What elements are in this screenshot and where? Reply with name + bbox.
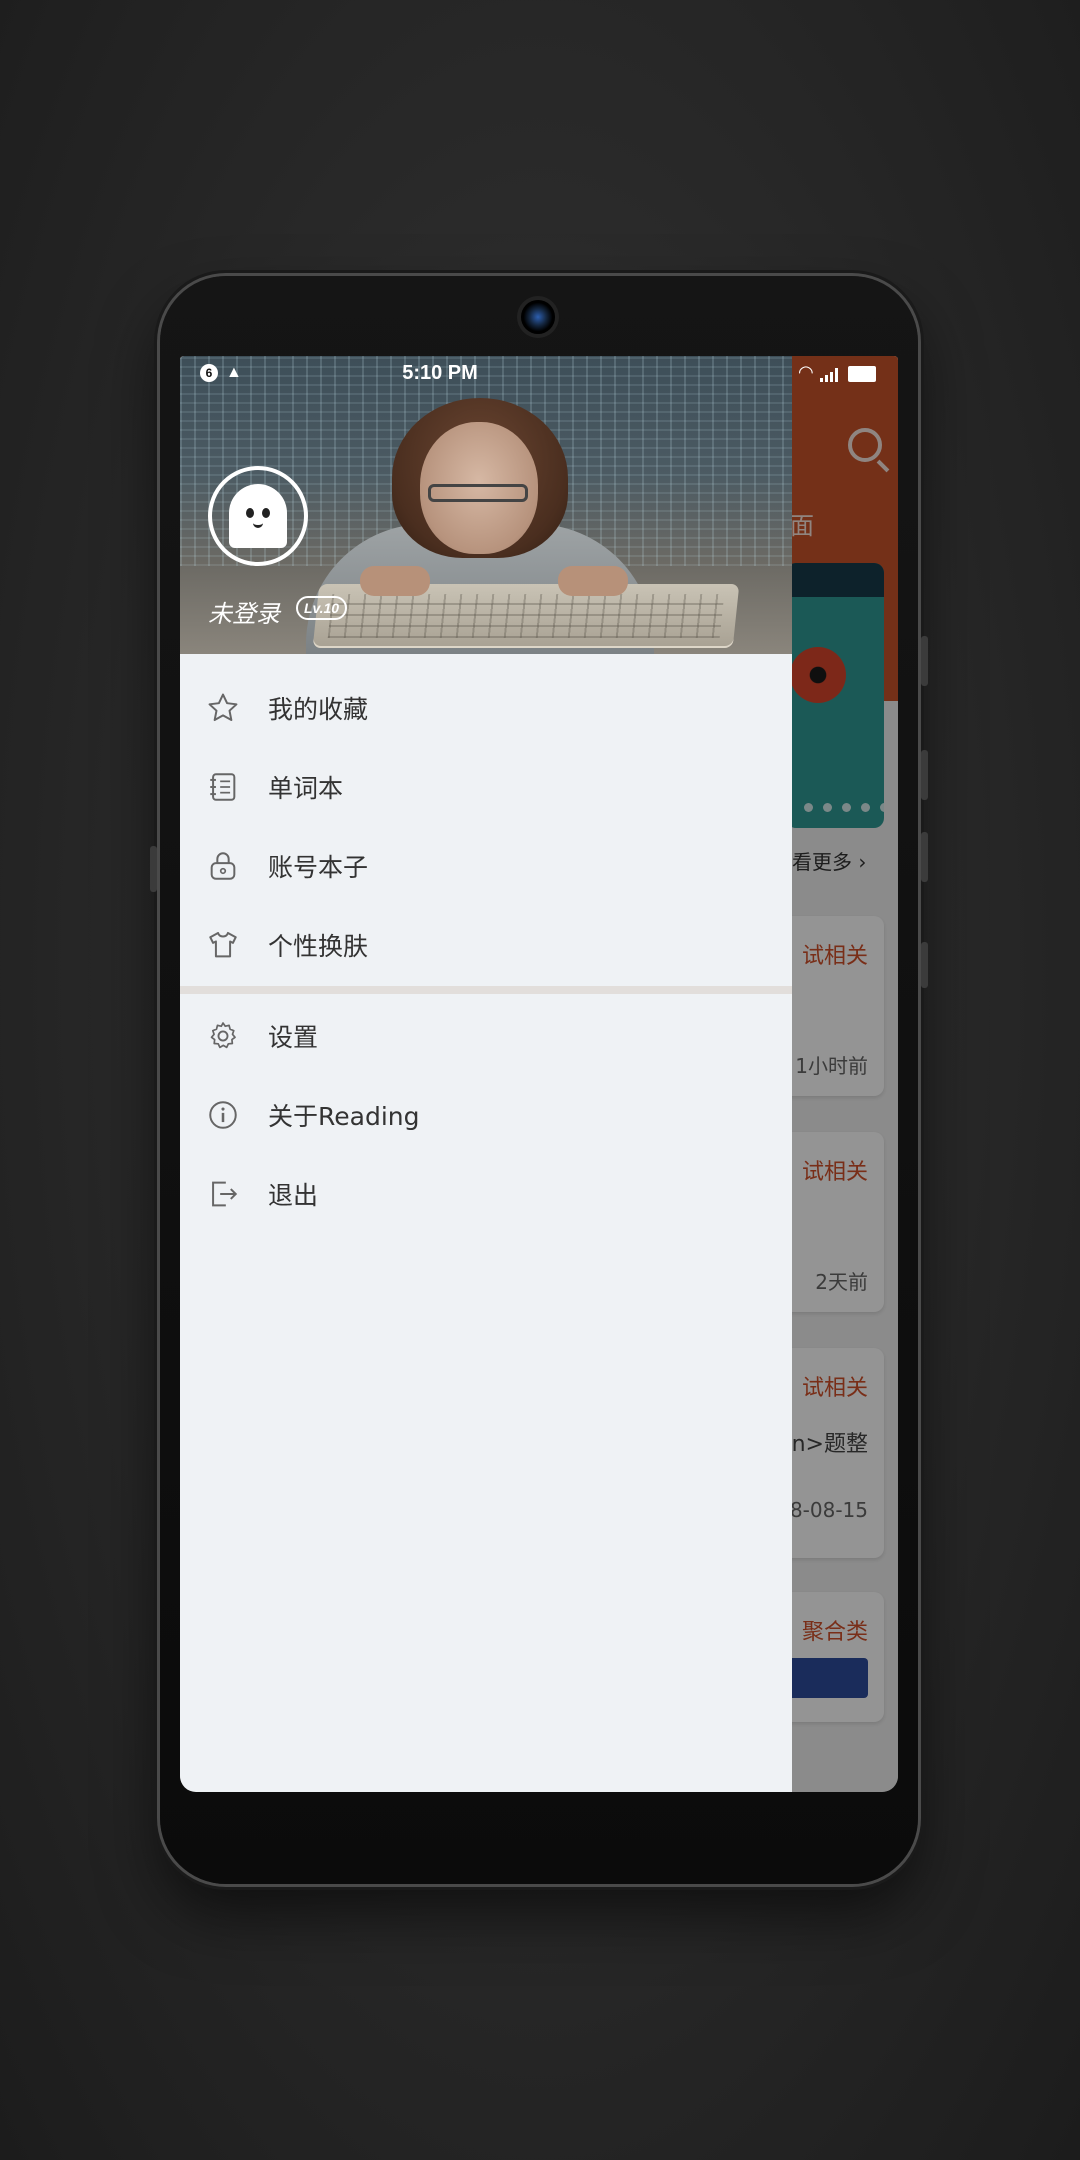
menu-item-favorites[interactable]: 我的收藏 <box>180 668 792 747</box>
ghost-icon <box>229 484 287 548</box>
avatar[interactable] <box>208 466 308 566</box>
menu-item-label: 我的收藏 <box>268 694 369 724</box>
lock-icon <box>206 849 240 883</box>
phone-side-button <box>921 750 928 800</box>
screen: 面 看更多 › 试相关 1小时前 试相关 2天前 试相关 n>题整 8-08-1… <box>180 356 898 1792</box>
menu-divider <box>180 986 792 994</box>
header-photo-glasses <box>428 484 528 502</box>
menu-item-skin[interactable]: 个性换肤 <box>180 905 792 984</box>
menu-item-label: 个性换肤 <box>268 931 369 961</box>
signal-icon <box>820 368 838 382</box>
header-photo-hand <box>360 566 430 596</box>
menu-item-account-book[interactable]: 账号本子 <box>180 826 792 905</box>
drawer-header: 未登录 Lv.10 <box>180 356 792 654</box>
phone-side-button <box>150 846 157 892</box>
phone-side-button <box>921 832 928 882</box>
menu-item-label: 退出 <box>268 1180 319 1210</box>
phone-side-button <box>921 636 928 686</box>
navigation-drawer: 未登录 Lv.10 我的收藏 单词本 账号本子 个性换肤 设置 关于Readin… <box>180 356 792 1792</box>
menu-item-label: 账号本子 <box>268 852 369 882</box>
star-icon <box>206 691 240 725</box>
front-camera <box>521 300 555 334</box>
info-icon <box>206 1098 240 1132</box>
menu-item-label: 关于Reading <box>268 1101 420 1131</box>
phone-frame: 面 看更多 › 试相关 1小时前 试相关 2天前 试相关 n>题整 8-08-1… <box>150 276 928 1884</box>
logout-icon <box>206 1177 240 1211</box>
wifi-icon: ◠ <box>798 362 814 382</box>
battery-icon <box>848 366 876 382</box>
tshirt-icon <box>206 928 240 962</box>
drawer-menu-secondary: 设置 关于Reading 退出 <box>180 996 792 1233</box>
username[interactable]: 未登录 <box>208 594 280 629</box>
phone-side-button <box>921 942 928 988</box>
status-bar: 6 ▲ 5:10 PM ◠ <box>180 356 898 396</box>
drawer-menu-primary: 我的收藏 单词本 账号本子 个性换肤 <box>180 668 792 984</box>
menu-item-label: 设置 <box>268 1022 319 1052</box>
status-time: 5:10 PM <box>402 362 478 384</box>
header-photo-hand <box>558 566 628 596</box>
notebook-icon <box>206 770 240 804</box>
menu-item-label: 单词本 <box>268 773 344 803</box>
menu-item-logout[interactable]: 退出 <box>180 1154 792 1233</box>
level-badge: Lv.10 <box>296 596 348 620</box>
menu-item-settings[interactable]: 设置 <box>180 996 792 1075</box>
gear-icon <box>206 1019 240 1053</box>
menu-item-about[interactable]: 关于Reading <box>180 1075 792 1154</box>
menu-item-wordbook[interactable]: 单词本 <box>180 747 792 826</box>
